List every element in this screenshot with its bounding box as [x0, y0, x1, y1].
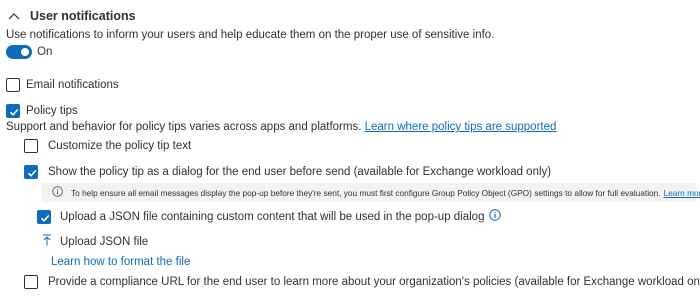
policy-tips-checkbox[interactable]: [6, 104, 20, 118]
upload-json-button[interactable]: Upload JSON file: [42, 234, 148, 250]
chevron-up-icon: [8, 12, 20, 20]
show-dialog-checkbox[interactable]: [24, 165, 38, 179]
section-title: User notifications: [30, 9, 136, 23]
customize-tip-checkbox[interactable]: [24, 139, 38, 153]
policy-tips-support-text: Support and behavior for policy tips var…: [6, 121, 556, 133]
info-bar-text: To help ensure all email messages displa…: [71, 187, 661, 198]
section-description: Use notifications to inform your users a…: [6, 29, 495, 41]
policy-tips-option[interactable]: Policy tips: [6, 103, 78, 119]
customize-tip-label: Customize the policy tip text: [48, 140, 192, 152]
info-icon: [52, 186, 63, 199]
toggle-switch[interactable]: [6, 45, 32, 59]
show-dialog-option[interactable]: Show the policy tip as a dialog for the …: [24, 164, 551, 180]
notifications-toggle[interactable]: On: [6, 44, 52, 60]
checkmark-icon: [9, 108, 19, 116]
gpo-info-bar: To help ensure all email messages displa…: [42, 183, 700, 202]
compliance-url-option[interactable]: Provide a compliance URL for the end use…: [24, 274, 700, 290]
policy-tips-label: Policy tips: [26, 105, 78, 117]
learn-policy-tips-link[interactable]: Learn where policy tips are supported: [365, 121, 557, 133]
toggle-knob: [21, 48, 29, 56]
checkmark-icon: [40, 214, 50, 222]
compliance-url-checkbox[interactable]: [24, 275, 38, 289]
email-notifications-checkbox[interactable]: [6, 78, 20, 92]
show-dialog-label: Show the policy tip as a dialog for the …: [48, 166, 552, 178]
upload-json-checkbox[interactable]: [37, 210, 51, 224]
upload-json-label: Upload a JSON file containing custom con…: [60, 211, 485, 223]
email-notifications-label: Email notifications: [26, 79, 119, 91]
upload-json-option[interactable]: Upload a JSON file containing custom con…: [37, 208, 502, 226]
compliance-url-label: Provide a compliance URL for the end use…: [48, 276, 700, 288]
upload-json-button-label: Upload JSON file: [60, 236, 149, 248]
upload-icon: [42, 233, 52, 251]
support-text: Support and behavior for policy tips var…: [6, 121, 362, 133]
learn-more-link[interactable]: Learn more: [664, 188, 700, 198]
checkmark-icon: [27, 169, 37, 177]
toggle-label: On: [37, 46, 53, 58]
info-icon[interactable]: [489, 208, 502, 226]
user-notifications-header[interactable]: User notifications: [8, 6, 136, 26]
customize-tip-option[interactable]: Customize the policy tip text: [24, 138, 191, 154]
format-file-link[interactable]: Learn how to format the file: [51, 256, 190, 268]
email-notifications-option[interactable]: Email notifications: [6, 77, 119, 93]
